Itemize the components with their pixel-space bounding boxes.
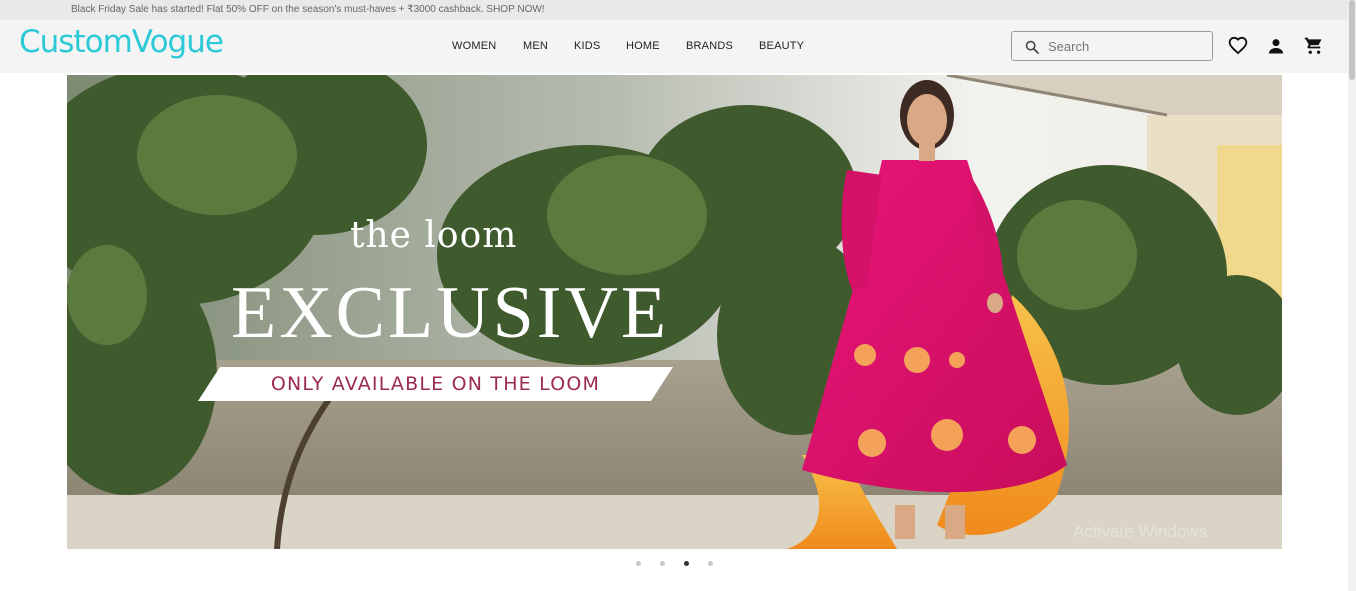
search-input[interactable] <box>1048 37 1206 55</box>
wishlist-heart-icon[interactable] <box>1228 36 1248 56</box>
page-scrollbar[interactable] <box>1348 0 1356 591</box>
announcement-text[interactable]: Black Friday Sale has started! Flat 50% … <box>71 4 545 15</box>
hero-banner[interactable]: the loom EXCLUSIVE ONLY AVAILABLE ON THE… <box>67 75 1282 549</box>
search-box[interactable] <box>1011 31 1213 61</box>
carousel-dots <box>0 561 1356 569</box>
carousel-dot-1[interactable] <box>636 561 641 566</box>
carousel-dot-4[interactable] <box>708 561 713 566</box>
hero-tagline: ONLY AVAILABLE ON THE LOOM <box>270 373 601 395</box>
site-header: CustomVogue WOMEN MEN KIDS HOME BRANDS B… <box>0 20 1348 73</box>
hero-brand-name: the loom <box>350 215 518 256</box>
shopping-cart-icon[interactable] <box>1304 36 1324 56</box>
nav-women[interactable]: WOMEN <box>452 40 496 52</box>
nav-kids[interactable]: KIDS <box>574 40 600 52</box>
nav-home[interactable]: HOME <box>626 40 660 52</box>
announcement-bar[interactable]: Black Friday Sale has started! Flat 50% … <box>0 0 1348 20</box>
nav-brands[interactable]: BRANDS <box>686 40 733 52</box>
nav-men[interactable]: MEN <box>523 40 548 52</box>
nav-beauty[interactable]: BEAUTY <box>759 40 804 52</box>
windows-activation-watermark: Activate Windows <box>1073 522 1208 541</box>
carousel-dot-2[interactable] <box>660 561 665 566</box>
carousel-dot-3[interactable] <box>684 561 689 566</box>
scrollbar-thumb[interactable] <box>1349 0 1355 80</box>
hero-headline: EXCLUSIVE <box>231 272 670 354</box>
account-person-icon[interactable] <box>1266 36 1286 56</box>
search-icon <box>1025 40 1039 54</box>
